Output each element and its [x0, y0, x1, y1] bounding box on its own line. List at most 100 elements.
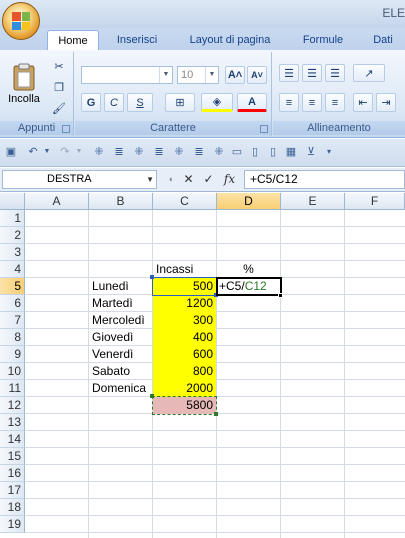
shrink-font-button[interactable]: A˅ [247, 66, 267, 84]
toolbar-icon-3[interactable]: ⁜ [132, 145, 146, 159]
toolbar-icon-8[interactable]: ▦ [284, 145, 298, 159]
toolbar-icon-2[interactable]: ≣ [112, 145, 126, 159]
enter-icon[interactable]: ✓ [201, 172, 216, 187]
cell-b6[interactable]: Martedì [89, 295, 136, 312]
toolbar-icon-4[interactable]: ≣ [152, 145, 166, 159]
column-header-c[interactable]: C [153, 193, 217, 210]
column-header-b[interactable]: B [89, 193, 153, 210]
align-top-button[interactable]: ☰ [279, 64, 299, 82]
cell-b5[interactable]: Lunedì [89, 278, 132, 295]
name-box[interactable]: DESTRA ▼ [2, 170, 157, 189]
paste-button[interactable]: Incolla [4, 56, 44, 112]
cell-c9[interactable]: 600 [153, 346, 216, 363]
tab-page-layout[interactable]: Layout di pagina [180, 30, 280, 50]
fill-handle[interactable] [278, 293, 283, 298]
print-preview-icon[interactable]: ▯ [266, 145, 280, 159]
row-header-13[interactable]: 13 [0, 414, 25, 431]
borders-button[interactable]: ⊞ [165, 93, 195, 112]
page-icon[interactable]: ▯ [248, 145, 262, 159]
cell-b10[interactable]: Sabato [89, 363, 133, 380]
row-header-15[interactable]: 15 [0, 448, 25, 465]
chevron-down-icon: ▼ [159, 67, 172, 83]
column-header-d[interactable]: D [217, 193, 281, 210]
formula-input[interactable]: +C5/C12 [244, 170, 405, 189]
underline-button[interactable]: S [127, 93, 153, 112]
cell-b7[interactable]: Mercoledì [89, 312, 148, 329]
insert-function-button[interactable]: fx [222, 172, 237, 187]
customize-toolbar-icon[interactable]: ▾ [322, 145, 336, 159]
decrease-indent-button[interactable]: ⇤ [353, 93, 373, 112]
bold-button[interactable]: G [81, 93, 101, 112]
toolbar-icon-1[interactable]: ⁜ [92, 145, 106, 159]
row-header-8[interactable]: 8 [0, 329, 25, 346]
italic-button[interactable]: C [104, 93, 124, 112]
tab-home[interactable]: Home [47, 30, 99, 50]
font-name-combo[interactable]: ▼ [81, 66, 173, 84]
clipboard-dialog-launcher[interactable] [62, 125, 70, 133]
row-header-19[interactable]: 19 [0, 516, 25, 533]
cell-c10[interactable]: 800 [153, 363, 216, 380]
row-header-10[interactable]: 10 [0, 363, 25, 380]
save-icon[interactable]: ▣ [4, 145, 18, 159]
format-painter-button[interactable]: 🖌 [50, 100, 68, 116]
column-header-e[interactable]: E [281, 193, 345, 210]
cell-c8[interactable]: 400 [153, 329, 216, 346]
cell-area[interactable]: Incassi % Lunedì Martedì Mercoledì Giove… [25, 210, 405, 538]
toolbar-icon-7[interactable]: ⁜ [212, 145, 226, 159]
cell-b8[interactable]: Giovedì [89, 329, 136, 346]
row-header-9[interactable]: 9 [0, 346, 25, 363]
align-left-button[interactable]: ≡ [279, 93, 299, 112]
tab-data[interactable]: Dati [364, 30, 402, 50]
office-button[interactable] [2, 2, 40, 40]
align-center-button[interactable]: ≡ [302, 93, 322, 112]
toolbar-icon-6[interactable]: ≣ [192, 145, 206, 159]
cell-c6[interactable]: 1200 [153, 295, 216, 312]
row-header-16[interactable]: 16 [0, 465, 25, 482]
row-header-4[interactable]: 4 [0, 261, 25, 278]
cancel-icon[interactable]: ✕ [181, 172, 196, 187]
select-all-corner[interactable] [0, 193, 25, 210]
font-dialog-launcher[interactable] [260, 125, 268, 133]
chevron-down-icon[interactable]: ▼ [72, 145, 86, 159]
cell-b9[interactable]: Venerdì [89, 346, 136, 363]
cell-d4[interactable]: % [217, 261, 280, 278]
copy-button[interactable]: ❐ [50, 79, 68, 95]
cut-button[interactable]: ✂ [50, 58, 68, 74]
align-right-button[interactable]: ≡ [325, 93, 345, 112]
row-header-12[interactable]: 12 [0, 397, 25, 414]
toolbar-icon-5[interactable]: ⁜ [172, 145, 186, 159]
font-size-combo[interactable]: 10 ▼ [177, 66, 219, 84]
tab-formulas[interactable]: Formule [292, 30, 354, 50]
row-header-11[interactable]: 11 [0, 380, 25, 397]
align-bottom-button[interactable]: ☰ [325, 64, 345, 82]
row-header-18[interactable]: 18 [0, 499, 25, 516]
orientation-button[interactable]: ↗ [353, 64, 385, 82]
row-header-2[interactable]: 2 [0, 227, 25, 244]
column-header-f[interactable]: F [345, 193, 405, 210]
increase-indent-button[interactable]: ⇥ [376, 93, 396, 112]
row-header-17[interactable]: 17 [0, 482, 25, 499]
cell-c11[interactable]: 2000 [153, 380, 216, 397]
font-color-button[interactable]: A [237, 93, 267, 112]
row-header-6[interactable]: 6 [0, 295, 25, 312]
folder-icon[interactable]: ▭ [230, 145, 244, 159]
tab-insert[interactable]: Inserisci [108, 30, 166, 50]
row-header-1[interactable]: 1 [0, 210, 25, 227]
column-header-a[interactable]: A [25, 193, 89, 210]
undo-icon[interactable]: ↶ [26, 145, 40, 159]
redo-icon[interactable]: ↷ [58, 145, 72, 159]
cell-b11[interactable]: Domenica [89, 380, 149, 397]
row-header-3[interactable]: 3 [0, 244, 25, 261]
fill-color-button[interactable]: ◈ [201, 93, 233, 112]
row-header-7[interactable]: 7 [0, 312, 25, 329]
cell-c4[interactable]: Incassi [153, 261, 216, 278]
row-header-14[interactable]: 14 [0, 431, 25, 448]
align-middle-button[interactable]: ☰ [302, 64, 322, 82]
chevron-down-icon[interactable]: ▼ [40, 145, 54, 159]
sort-filter-icon[interactable]: ⊻ [304, 145, 318, 159]
cell-c7[interactable]: 300 [153, 312, 216, 329]
grow-font-button[interactable]: A˄ [225, 66, 245, 84]
row-header-5[interactable]: 5 [0, 278, 25, 295]
clipboard-icon [13, 63, 35, 91]
expand-handle-icon[interactable]: ◖ [163, 172, 178, 187]
